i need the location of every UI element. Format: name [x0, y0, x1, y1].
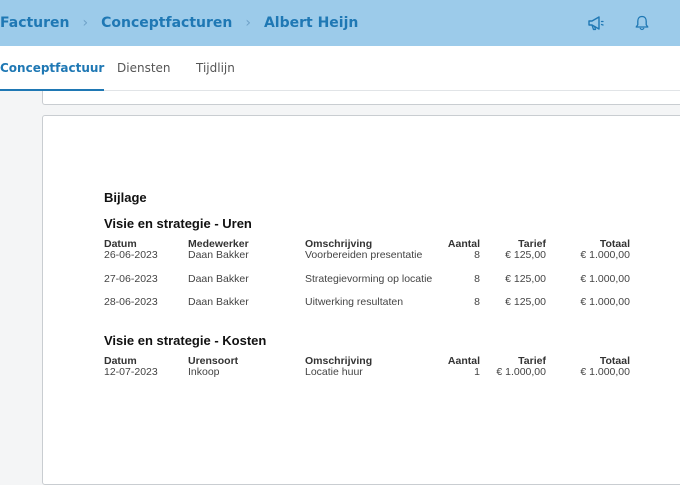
cell-totaal: € 1.000,00 [580, 366, 630, 378]
cell-tarief: € 125,00 [505, 273, 546, 285]
tab-conceptfactuur[interactable]: Conceptfactuur [0, 46, 105, 91]
cell-aantal: 8 [474, 273, 480, 285]
cell-datum: 28-06-2023 [104, 296, 158, 308]
cell-datum: 12-07-2023 [104, 366, 158, 378]
cell-omschrijving: Locatie huur [305, 366, 363, 378]
tabs-bar: Conceptfactuur Diensten Tijdlijn [0, 46, 680, 91]
cell-datum: 26-06-2023 [104, 249, 158, 261]
cell-urensoort: Inkoop [188, 366, 220, 378]
cell-medewerker: Daan Bakker [188, 296, 249, 308]
cell-aantal: 8 [474, 296, 480, 308]
section-title-uren: Visie en strategie - Uren [104, 216, 252, 231]
cell-totaal: € 1.000,00 [580, 249, 630, 261]
cell-omschrijving: Strategievorming op locatie [305, 273, 433, 285]
tab-diensten[interactable]: Diensten [117, 46, 171, 91]
chevron-right-icon: › [82, 15, 89, 31]
cell-tarief: € 1.000,00 [496, 366, 546, 378]
section-title-kosten: Visie en strategie - Kosten [104, 333, 267, 348]
bell-icon[interactable] [633, 14, 651, 32]
megaphone-icon[interactable] [587, 14, 605, 32]
cell-datum: 27-06-2023 [104, 273, 158, 285]
top-bar: Facturen › Conceptfacturen › Albert Heij… [0, 0, 680, 46]
cell-aantal: 8 [474, 249, 480, 261]
breadcrumb-facturen[interactable]: Facturen [0, 15, 70, 31]
breadcrumb: Facturen › Conceptfacturen › Albert Heij… [0, 0, 358, 46]
cell-omschrijving: Voorbereiden presentatie [305, 249, 423, 261]
breadcrumb-albert-heijn[interactable]: Albert Heijn [264, 15, 358, 31]
cell-aantal: 1 [474, 366, 480, 378]
tab-tijdlijn[interactable]: Tijdlijn [196, 46, 235, 91]
cell-totaal: € 1.000,00 [580, 296, 630, 308]
cell-medewerker: Daan Bakker [188, 273, 249, 285]
breadcrumb-conceptfacturen[interactable]: Conceptfacturen [101, 15, 232, 31]
previous-card [42, 91, 680, 105]
chevron-right-icon: › [245, 15, 251, 31]
cell-tarief: € 125,00 [505, 249, 546, 261]
cell-totaal: € 1.000,00 [580, 273, 630, 285]
cell-tarief: € 125,00 [505, 296, 546, 308]
bijlage-heading: Bijlage [104, 190, 147, 205]
cell-medewerker: Daan Bakker [188, 249, 249, 261]
cell-omschrijving: Uitwerking resultaten [305, 296, 404, 308]
